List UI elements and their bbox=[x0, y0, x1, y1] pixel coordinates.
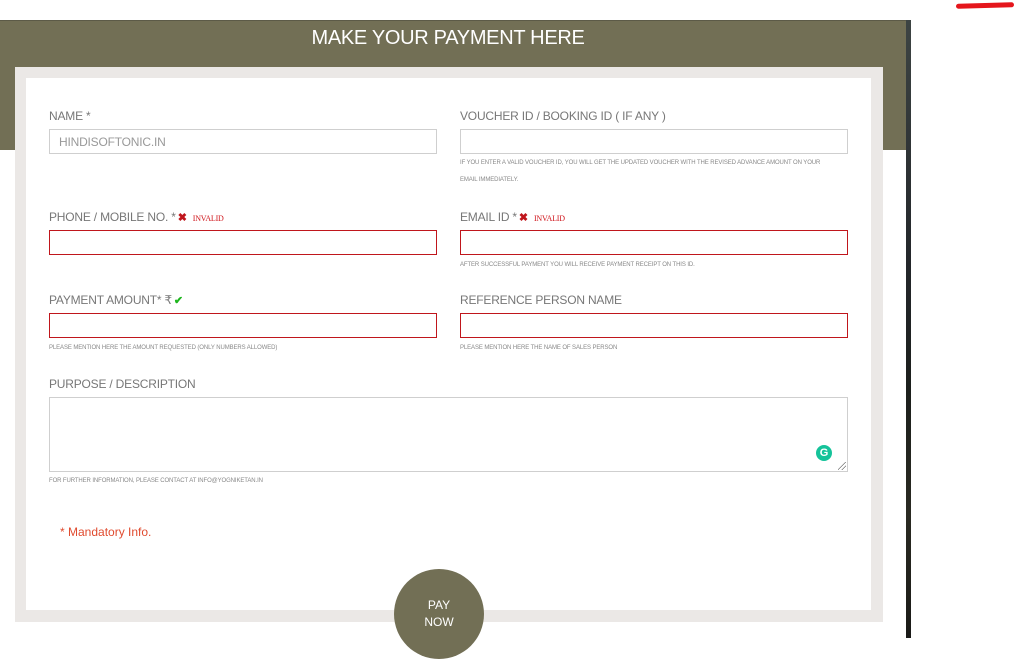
phone-invalid-text: INVALID bbox=[193, 214, 224, 223]
name-input[interactable]: HINDISOFTONIC.IN bbox=[49, 129, 437, 154]
name-label: NAME * bbox=[49, 109, 90, 123]
mandatory-note: * Mandatory Info. bbox=[60, 525, 151, 539]
grammarly-icon[interactable]: G bbox=[816, 445, 832, 461]
cross-icon: ✖ bbox=[178, 212, 187, 224]
amount-label-row: PAYMENT AMOUNT* ₹✔ bbox=[49, 293, 183, 307]
email-help: AFTER SUCCESSFUL PAYMENT YOU WILL RECEIV… bbox=[460, 262, 695, 268]
cross-icon: ✖ bbox=[519, 212, 528, 224]
amount-help: PLEASE MENTION HERE THE AMOUNT REQUESTED… bbox=[49, 345, 277, 351]
voucher-help-line2: EMAIL IMMEDIATELY. bbox=[460, 177, 518, 183]
reference-input[interactable] bbox=[460, 313, 848, 338]
voucher-label: VOUCHER ID / BOOKING ID ( IF ANY ) bbox=[460, 109, 666, 123]
phone-input[interactable] bbox=[49, 230, 437, 255]
amount-label: PAYMENT AMOUNT* ₹ bbox=[49, 293, 172, 307]
pay-now-button[interactable]: PAY NOW bbox=[394, 569, 484, 659]
purpose-label: PURPOSE / DESCRIPTION bbox=[49, 377, 196, 391]
annotation-stroke bbox=[956, 2, 1014, 9]
pay-now-label-line1: PAY bbox=[394, 569, 484, 614]
voucher-input[interactable] bbox=[460, 129, 848, 154]
purpose-textarea[interactable]: G bbox=[49, 397, 848, 472]
background-edge bbox=[906, 20, 911, 638]
form-card bbox=[26, 78, 871, 610]
email-invalid-text: INVALID bbox=[534, 214, 565, 223]
page-title: MAKE YOUR PAYMENT HERE bbox=[0, 27, 896, 50]
email-label: EMAIL ID * bbox=[460, 210, 517, 224]
resize-handle-icon[interactable] bbox=[838, 462, 846, 470]
email-label-row: EMAIL ID *✖ INVALID bbox=[460, 210, 565, 224]
phone-label: PHONE / MOBILE NO. * bbox=[49, 210, 176, 224]
check-icon: ✔ bbox=[174, 295, 183, 307]
reference-label: REFERENCE PERSON NAME bbox=[460, 293, 622, 307]
pay-now-label-line2: NOW bbox=[394, 614, 484, 631]
email-input[interactable] bbox=[460, 230, 848, 255]
purpose-help: FOR FURTHER INFORMATION, PLEASE CONTACT … bbox=[49, 478, 263, 484]
phone-label-row: PHONE / MOBILE NO. *✖ INVALID bbox=[49, 210, 224, 224]
amount-input[interactable] bbox=[49, 313, 437, 338]
reference-help: PLEASE MENTION HERE THE NAME OF SALES PE… bbox=[460, 345, 617, 351]
voucher-help-line1: IF YOU ENTER A VALID VOUCHER ID, YOU WIL… bbox=[460, 160, 820, 166]
